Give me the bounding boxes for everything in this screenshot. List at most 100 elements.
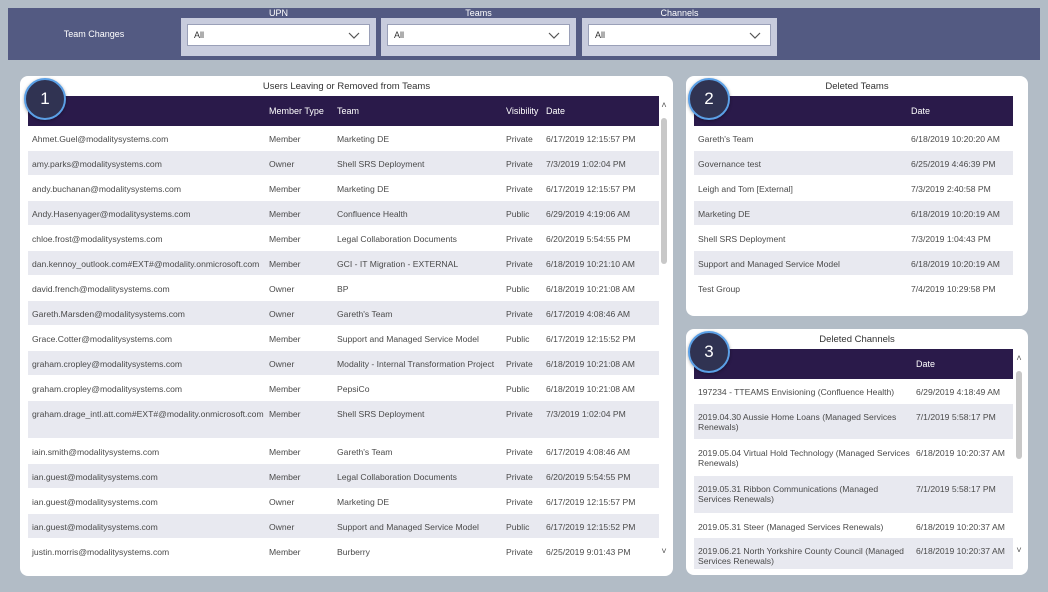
table-row[interactable]: Andy.Hasenyager@modalitysystems.com Membe… [28, 201, 659, 226]
scroll-up-icon[interactable]: ˄ [659, 100, 669, 110]
channels-filter: Channels All [582, 8, 777, 60]
table-row[interactable]: 2019.04.30 Aussie Home Loans (Managed Se… [694, 404, 1013, 440]
deleted-channels-header: Date [694, 349, 1013, 379]
cell-date: 6/20/2019 5:54:55 PM [546, 234, 631, 244]
cell-channel-name: 2019.05.04 Virtual Hold Technology (Mana… [698, 448, 910, 468]
scroll-down-icon[interactable]: ˅ [659, 546, 669, 556]
cell-member-type: Member [269, 409, 301, 419]
cell-member-type: Owner [269, 284, 295, 294]
table-row[interactable]: 2019.05.31 Ribbon Communications (Manage… [694, 476, 1013, 514]
table-row[interactable]: Governance test 6/25/2019 4:46:39 PM [694, 151, 1013, 176]
cell-date: 7/1/2019 5:58:17 PM [916, 412, 996, 422]
table-row[interactable]: Ahmet.Guel@modalitysystems.com Member Mark… [28, 126, 659, 151]
cell-team-name: Support and Managed Service Model [698, 259, 840, 269]
table-row[interactable]: 197234 - TTEAMS Envisioning (Confluence … [694, 379, 1013, 404]
cell-visibility: Private [506, 359, 533, 369]
scrollbar-thumb[interactable] [661, 118, 667, 264]
column-date[interactable]: Date [546, 106, 565, 116]
table-row[interactable]: Shell SRS Deployment 7/3/2019 1:04:43 PM [694, 226, 1013, 251]
cell-date: 6/17/2019 12:15:57 PM [546, 184, 636, 194]
table-row[interactable]: 2019.05.04 Virtual Hold Technology (Mana… [694, 440, 1013, 476]
cell-date: 7/3/2019 1:02:04 PM [546, 409, 626, 419]
table-row[interactable]: ian.guest@modalitysystems.com Member Legal… [28, 464, 659, 489]
cell-upn: dan.kennoy_outlook.com#EXT#@modality.onm… [32, 259, 260, 269]
table-row[interactable]: Leigh and Tom [External] 7/3/2019 2:40:58… [694, 176, 1013, 201]
teams-dropdown[interactable]: All [387, 24, 570, 46]
cell-team-name: Governance test [698, 159, 762, 169]
cell-visibility: Public [506, 384, 530, 394]
cell-member-type: Member [269, 447, 301, 457]
cell-member-type: Owner [269, 159, 295, 169]
table-row[interactable]: chloe.frost@modalitysystems.com Member Leg… [28, 226, 659, 251]
upn-dropdown[interactable]: All [187, 24, 370, 46]
table-row[interactable]: ian.guest@modalitysystems.com Owner Suppor… [28, 514, 659, 539]
cell-team-name: Shell SRS Deployment [698, 234, 786, 244]
table-row[interactable]: 2019.06.21 North Yorkshire County Counci… [694, 538, 1013, 569]
channels-dropdown[interactable]: All [588, 24, 771, 46]
column-date[interactable]: Date [916, 359, 935, 369]
cell-upn: graham.cropley@modalitysystems.com [32, 384, 183, 394]
deleted-channels-panel: Deleted Channels Date 197234 - TTEAMS En… [686, 329, 1028, 575]
cell-date: 6/18/2019 10:21:08 AM [546, 384, 635, 394]
users-leaving-scrollbar[interactable]: ˄ ˅ [659, 96, 669, 568]
table-row[interactable]: graham.cropley@modalitysystems.com Member… [28, 376, 659, 401]
section-badge-2: 2 [688, 78, 730, 120]
users-leaving-title: Users Leaving or Removed from Teams [262, 81, 431, 92]
cell-member-type: Member [269, 472, 301, 482]
column-member-type[interactable]: Member Type [269, 106, 324, 116]
table-row[interactable]: iain.smith@modalitysystems.com Member Gare… [28, 439, 659, 464]
cell-team: Marketing DE [337, 134, 390, 144]
cell-upn: Gareth.Marsden@modalitysystems.com [32, 309, 185, 319]
table-row[interactable]: andy.buchanan@modalitysystems.com Member M… [28, 176, 659, 201]
column-team[interactable]: Team [337, 106, 359, 116]
cell-team: Marketing DE [337, 497, 390, 507]
cell-date: 7/1/2019 5:58:17 PM [916, 484, 996, 494]
table-row[interactable]: david.french@modalitysystems.com Owner BP P… [28, 276, 659, 301]
cell-upn: graham.cropley@modalitysystems.com [32, 359, 183, 369]
cell-member-type: Member [269, 209, 301, 219]
table-row[interactable]: Support and Managed Service Model 6/18/20… [694, 251, 1013, 276]
table-row[interactable]: dan.kennoy_outlook.com#EXT#@modality.onm… [28, 251, 659, 276]
table-row[interactable]: justin.morris@modalitysystems.com Member B… [28, 539, 659, 564]
cell-team: Legal Collaboration Documents [337, 472, 457, 482]
channels-dropdown-value: All [595, 30, 606, 40]
table-row[interactable]: Marketing DE 6/18/2019 10:20:19 AM [694, 201, 1013, 226]
cell-visibility: Private [506, 497, 533, 507]
column-visibility[interactable]: Visibility [506, 106, 538, 116]
cell-visibility: Public [506, 334, 530, 344]
table-row[interactable]: Grace.Cotter@modalitysystems.com Member Su… [28, 326, 659, 351]
cell-member-type: Owner [269, 522, 295, 532]
cell-date: 6/18/2019 10:21:08 AM [546, 359, 635, 369]
cell-date: 6/18/2019 10:21:08 AM [546, 284, 635, 294]
users-leaving-header: Member Type Team Visibility Date [28, 96, 659, 126]
table-row[interactable]: Gareth's Team 6/18/2019 10:20:20 AM [694, 126, 1013, 151]
cell-member-type: Owner [269, 309, 295, 319]
upn-filter: UPN All [181, 8, 376, 60]
scroll-up-icon[interactable]: ˄ [1014, 353, 1024, 363]
table-row[interactable]: graham.cropley@modalitysystems.com Owner M… [28, 351, 659, 376]
scrollbar-thumb[interactable] [1016, 371, 1022, 459]
cell-date: 6/17/2019 12:15:52 PM [546, 522, 636, 532]
cell-upn: david.french@modalitysystems.com [32, 284, 170, 294]
cell-visibility: Private [506, 472, 533, 482]
cell-upn: justin.morris@modalitysystems.com [32, 547, 170, 557]
cell-team-name: Marketing DE [698, 209, 751, 219]
cell-date: 6/25/2019 9:01:43 PM [546, 547, 631, 557]
cell-upn: chloe.frost@modalitysystems.com [32, 234, 163, 244]
cell-team-name: Gareth's Team [698, 134, 754, 144]
cell-upn: Ahmet.Guel@modalitysystems.com [32, 134, 169, 144]
table-row[interactable]: ian.guest@modalitysystems.com Owner Market… [28, 489, 659, 514]
table-row[interactable]: 2019.05.31 Steer (Managed Services Renew… [694, 514, 1013, 538]
teams-dropdown-value: All [394, 30, 405, 40]
cell-date: 6/25/2019 4:46:39 PM [911, 159, 996, 169]
column-date[interactable]: Date [911, 106, 930, 116]
table-row[interactable]: amy.parks@modalitysystems.com Owner Shell … [28, 151, 659, 176]
deleted-channels-scrollbar[interactable]: ˄ ˅ [1014, 349, 1024, 569]
table-row[interactable]: Test Group 7/4/2019 10:29:58 PM [694, 276, 1013, 301]
scroll-down-icon[interactable]: ˅ [1014, 545, 1024, 555]
cell-date: 6/17/2019 12:15:57 PM [546, 134, 636, 144]
cell-member-type: Owner [269, 497, 295, 507]
cell-team: Support and Managed Service Model [337, 334, 479, 344]
table-row[interactable]: Gareth.Marsden@modalitysystems.com Owner G… [28, 301, 659, 326]
table-row[interactable]: graham.drage_intl.att.com#EXT#@modality.… [28, 401, 659, 439]
